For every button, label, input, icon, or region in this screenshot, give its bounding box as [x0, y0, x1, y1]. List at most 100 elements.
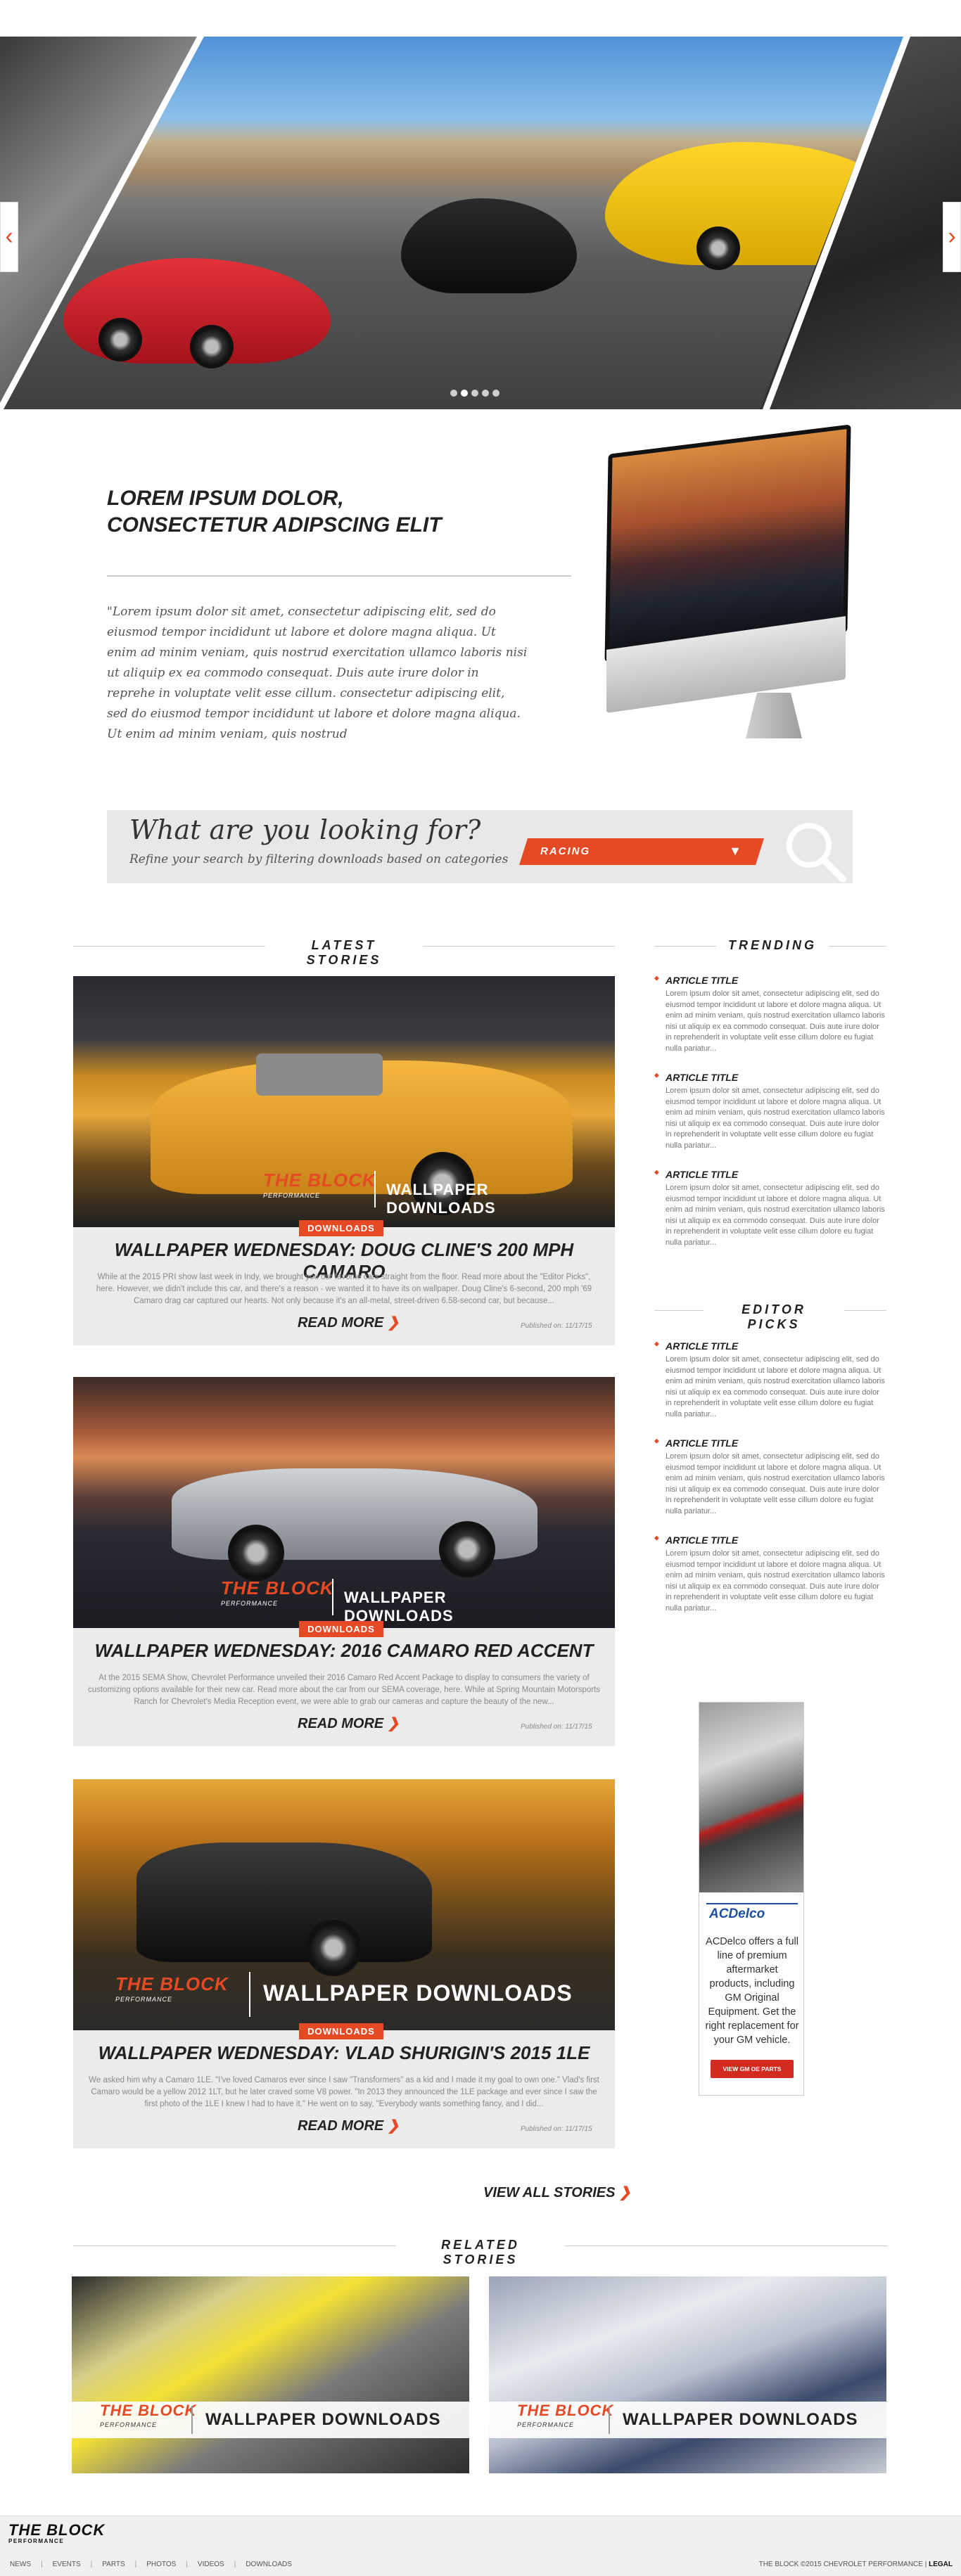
- chevron-left-icon: ‹: [5, 223, 13, 250]
- the-block-logo-sub: PERFORMANCE: [517, 2421, 575, 2428]
- hero-next-button[interactable]: ›: [943, 202, 961, 272]
- editor-pick-item[interactable]: ARTICLE TITLE Lorem ipsum dolor sit amet…: [654, 1437, 886, 1518]
- footer-link-parts[interactable]: PARTS: [102, 2561, 134, 2568]
- wallpaper-downloads-text: WALLPAPER DOWNLOADS: [205, 2410, 441, 2429]
- story-image[interactable]: THE BLOCK PERFORMANCE WALLPAPER DOWNLOAD…: [73, 976, 615, 1227]
- wheel: [190, 325, 234, 369]
- wheel: [305, 1920, 362, 1976]
- search-icon[interactable]: [781, 817, 848, 885]
- hero-dot[interactable]: [492, 390, 499, 397]
- separator: |: [41, 2561, 43, 2568]
- wallpaper-overlay: THE BLOCK PERFORMANCE WALLPAPER DOWNLOAD…: [489, 2402, 886, 2438]
- hero-dot[interactable]: [450, 390, 457, 397]
- the-block-logo-sub: PERFORMANCE: [263, 1192, 321, 1199]
- footer-logo-sub: PERFORMANCE: [8, 2538, 65, 2544]
- search-subtitle: Refine your search by filtering download…: [129, 852, 509, 866]
- wallpaper-overlay: THE BLOCK PERFORMANCE WALLPAPER DOWNLOAD…: [115, 1969, 608, 2023]
- trending-item[interactable]: ARTICLE TITLE Lorem ipsum dolor sit amet…: [654, 1072, 886, 1152]
- editor-picks-heading: EDITOR PICKS: [704, 1302, 844, 1332]
- the-block-logo: THE BLOCK: [115, 1973, 229, 1994]
- article-title[interactable]: ARTICLE TITLE: [654, 1072, 886, 1083]
- wallpaper-downloads-text: WALLPAPER DOWNLOADS: [263, 1980, 573, 2006]
- footer-link-events[interactable]: EVENTS: [53, 2561, 91, 2568]
- article-title[interactable]: ARTICLE TITLE: [654, 1437, 886, 1449]
- footer-link-videos[interactable]: VIDEOS: [198, 2561, 234, 2568]
- view-all-stories-link[interactable]: VIEW ALL STORIES ❯: [483, 2184, 631, 2201]
- hero-dot[interactable]: [471, 390, 478, 397]
- read-more-link[interactable]: READ MORE ❯: [298, 1314, 400, 1331]
- story-excerpt: While at the 2015 PRI show last week in …: [96, 1273, 592, 1305]
- the-block-logo-sub: PERFORMANCE: [115, 1996, 173, 2003]
- separator: |: [234, 2561, 236, 2568]
- wheel: [98, 318, 142, 361]
- article-title[interactable]: ARTICLE TITLE: [654, 1340, 886, 1352]
- hero-prev-button[interactable]: ‹: [0, 202, 18, 272]
- black-camaro-image: [136, 1843, 432, 1962]
- story-excerpt: At the 2015 SEMA Show, Chevrolet Perform…: [87, 1674, 601, 1706]
- editor-pick-item[interactable]: ARTICLE TITLE Lorem ipsum dolor sit amet…: [654, 1340, 886, 1421]
- related-stories-heading: RELATED STORIES: [396, 2238, 565, 2267]
- footer-link-news[interactable]: NEWS: [10, 2561, 41, 2568]
- chevron-right-icon: ›: [948, 223, 956, 250]
- related-story-card[interactable]: THE BLOCK PERFORMANCE WALLPAPER DOWNLOAD…: [72, 2276, 469, 2473]
- story-title[interactable]: WALLPAPER WEDNESDAY: 2016 CAMARO RED ACC…: [73, 1640, 615, 1662]
- hero-dot-active[interactable]: [461, 390, 468, 397]
- article-title[interactable]: ARTICLE TITLE: [654, 975, 886, 986]
- legal-link[interactable]: LEGAL: [929, 2561, 953, 2568]
- trending-item[interactable]: ARTICLE TITLE Lorem ipsum dolor sit amet…: [654, 975, 886, 1055]
- read-more-link[interactable]: READ MORE ❯: [298, 2117, 400, 2134]
- footer-link-photos[interactable]: PHOTOS: [146, 2561, 186, 2568]
- hero-slider: ‹ ›: [0, 37, 961, 409]
- trending-item[interactable]: ARTICLE TITLE Lorem ipsum dolor sit amet…: [654, 1169, 886, 1249]
- downloads-badge[interactable]: DOWNLOADS: [299, 1220, 383, 1236]
- separator: |: [90, 2561, 93, 2568]
- published-date: Published on: 11/17/15: [521, 1723, 592, 1731]
- trending-heading: TRENDING: [716, 938, 829, 953]
- chevron-right-icon: ❯: [387, 2118, 400, 2134]
- downloads-badge[interactable]: DOWNLOADS: [299, 2023, 383, 2039]
- wheel: [228, 1525, 284, 1581]
- article-excerpt: Lorem ipsum dolor sit amet, consectetur …: [666, 1184, 885, 1247]
- black-corvette-image: [401, 198, 577, 293]
- article-excerpt: Lorem ipsum dolor sit amet, consectetur …: [666, 1452, 885, 1516]
- search-title: What are you looking for?: [129, 814, 481, 845]
- article-excerpt: Lorem ipsum dolor sit amet, consectetur …: [666, 1087, 885, 1150]
- published-date: Published on: 11/17/15: [521, 2125, 592, 2133]
- footer-link-downloads[interactable]: DOWNLOADS: [246, 2561, 302, 2568]
- story-image[interactable]: THE BLOCK PERFORMANCE WALLPAPER DOWNLOAD…: [73, 1377, 615, 1628]
- divider: [107, 575, 571, 577]
- caret-down-icon: ▼: [729, 844, 743, 858]
- wallpaper-overlay: THE BLOCK PERFORMANCE WALLPAPER DOWNLOAD…: [263, 1170, 559, 1217]
- story-title[interactable]: WALLPAPER WEDNESDAY: VLAD SHURIGIN'S 201…: [73, 2042, 615, 2064]
- view-gm-oe-parts-button[interactable]: VIEW GM OE PARTS: [711, 2060, 794, 2078]
- divider: [249, 1972, 250, 2017]
- wallpaper-overlay: THE BLOCK PERFORMANCE WALLPAPER DOWNLOAD…: [72, 2402, 469, 2438]
- acdelco-logo: ACDelco: [709, 1907, 765, 1921]
- footer-legal: THE BLOCK ©2015 CHEVROLET PERFORMANCE | …: [758, 2561, 953, 2568]
- hero-dot[interactable]: [482, 390, 489, 397]
- related-story-card[interactable]: THE BLOCK PERFORMANCE WALLPAPER DOWNLOAD…: [489, 2276, 886, 2473]
- story-image[interactable]: THE BLOCK PERFORMANCE WALLPAPER DOWNLOAD…: [73, 1779, 615, 2030]
- read-more-label: READ MORE: [298, 2118, 384, 2134]
- story-excerpt: We asked him why a Camaro 1LE. "I've lov…: [89, 2076, 599, 2108]
- editor-pick-item[interactable]: ARTICLE TITLE Lorem ipsum dolor sit amet…: [654, 1534, 886, 1615]
- article-title[interactable]: ARTICLE TITLE: [654, 1169, 886, 1180]
- footer-nav: NEWS | EVENTS | PARTS | PHOTOS | VIDEOS | DOW…: [10, 2561, 302, 2568]
- view-all-label: VIEW ALL STORIES: [483, 2185, 616, 2200]
- article-title[interactable]: ARTICLE TITLE: [654, 1534, 886, 1546]
- read-more-label: READ MORE: [298, 1716, 384, 1731]
- article-excerpt: Lorem ipsum dolor sit amet, consectetur …: [666, 1549, 885, 1613]
- the-block-logo: THE BLOCK: [221, 1577, 334, 1598]
- footer-logo[interactable]: THE BLOCK: [8, 2521, 105, 2539]
- read-more-link[interactable]: READ MORE ❯: [298, 1715, 400, 1732]
- category-select[interactable]: RACING ▼: [519, 838, 764, 865]
- wheel: [696, 226, 740, 270]
- article-excerpt: Lorem ipsum dolor sit amet, consectetur …: [666, 989, 885, 1053]
- the-block-logo: THE BLOCK: [100, 2402, 197, 2419]
- the-block-logo-sub: PERFORMANCE: [221, 1600, 279, 1607]
- downloads-badge[interactable]: DOWNLOADS: [299, 1621, 383, 1637]
- ad-copy: ACDelco offers a full line of premium af…: [705, 1936, 799, 2046]
- wheel: [439, 1521, 495, 1577]
- acdelco-ad[interactable]: ACDelco ACDelco offers a full line of pr…: [699, 1702, 804, 2096]
- the-block-logo: THE BLOCK: [517, 2402, 614, 2419]
